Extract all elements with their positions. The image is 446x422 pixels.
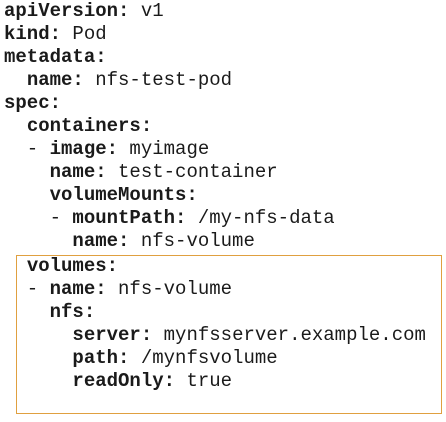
- yaml-line-volume-name: - name: nfs-volume: [4, 278, 232, 301]
- yaml-key: containers:: [26, 115, 153, 137]
- yaml-key: volumes:: [26, 255, 119, 277]
- yaml-value: nfs-volume: [106, 278, 233, 300]
- yaml-key: spec:: [4, 92, 62, 114]
- yaml-value: /mynfsvolume: [129, 347, 278, 369]
- yaml-value: test-container: [106, 161, 278, 183]
- yaml-key: metadata:: [4, 46, 107, 68]
- yaml-indent: [4, 69, 27, 91]
- yaml-document: apiVersion: v1 kind: Pod metadata: name:…: [4, 0, 444, 422]
- yaml-indent: -: [4, 138, 50, 160]
- yaml-line-containers: containers:: [4, 115, 152, 138]
- yaml-key: name:: [49, 278, 107, 300]
- yaml-line-apiversion: apiVersion: v1: [4, 0, 164, 23]
- yaml-indent: [4, 324, 72, 346]
- yaml-indent: [4, 115, 27, 137]
- yaml-indent: [4, 347, 72, 369]
- yaml-key: path:: [72, 347, 130, 369]
- yaml-line-image: - image: myimage: [4, 138, 209, 161]
- yaml-value: /my-nfs-data: [186, 207, 335, 229]
- yaml-value: myimage: [118, 138, 210, 160]
- yaml-indent: [4, 161, 50, 183]
- yaml-key: apiVersion:: [4, 0, 130, 22]
- yaml-key: name:: [72, 230, 130, 252]
- yaml-value: mynfsserver.example.com: [152, 324, 426, 346]
- yaml-key: server:: [72, 324, 153, 346]
- yaml-line-metadata-name: name: nfs-test-pod: [4, 69, 232, 92]
- yaml-line-metadata: metadata:: [4, 46, 107, 69]
- yaml-key: name:: [26, 69, 84, 91]
- yaml-indent: [4, 255, 27, 277]
- yaml-indent: [4, 184, 50, 206]
- yaml-value: v1: [129, 0, 164, 22]
- yaml-line-readonly: readOnly: true: [4, 370, 232, 393]
- yaml-line-path: path: /mynfsvolume: [4, 347, 278, 370]
- yaml-key: readOnly:: [72, 370, 176, 392]
- yaml-key: mountPath:: [72, 207, 187, 229]
- yaml-line-container-name: name: test-container: [4, 161, 278, 184]
- yaml-indent: [4, 370, 72, 392]
- yaml-key: name:: [49, 161, 107, 183]
- yaml-key: image:: [49, 138, 119, 160]
- yaml-key: nfs:: [49, 301, 96, 323]
- yaml-line-nfs: nfs:: [4, 301, 96, 324]
- yaml-line-spec: spec:: [4, 92, 61, 115]
- yaml-indent: -: [4, 207, 73, 229]
- yaml-value: Pod: [61, 23, 107, 45]
- yaml-key: kind:: [4, 23, 62, 45]
- yaml-indent: [4, 301, 50, 323]
- yaml-line-server: server: mynfsserver.example.com: [4, 324, 426, 347]
- yaml-value: nfs-volume: [129, 230, 255, 252]
- yaml-indent: -: [4, 278, 50, 300]
- yaml-line-volumemounts: volumeMounts:: [4, 184, 198, 207]
- yaml-key: volumeMounts:: [49, 184, 198, 206]
- yaml-value: nfs-test-pod: [83, 69, 233, 91]
- yaml-indent: [4, 230, 72, 252]
- yaml-line-kind: kind: Pod: [4, 23, 107, 46]
- yaml-line-mountpath: - mountPath: /my-nfs-data: [4, 207, 335, 230]
- yaml-line-mount-name: name: nfs-volume: [4, 230, 255, 253]
- yaml-line-volumes: volumes:: [4, 255, 118, 278]
- yaml-value: true: [175, 370, 233, 392]
